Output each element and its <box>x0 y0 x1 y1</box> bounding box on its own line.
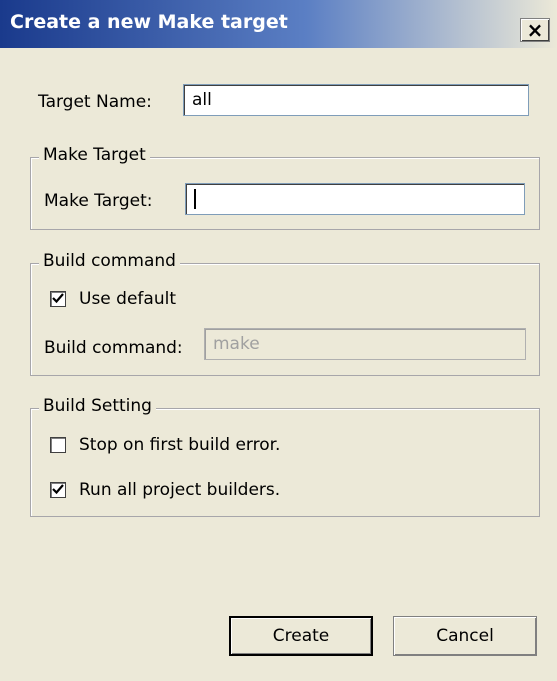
cancel-button[interactable]: Cancel <box>393 616 537 656</box>
target-name-input[interactable]: all <box>183 84 529 116</box>
build-setting-legend: Build Setting <box>39 396 156 416</box>
checkmark-icon <box>52 293 64 304</box>
target-name-label: Target Name: <box>38 92 152 112</box>
run-all-builders-checkbox[interactable] <box>50 482 66 498</box>
close-button[interactable]: × <box>520 18 550 42</box>
run-all-builders-label: Run all project builders. <box>79 480 281 500</box>
use-default-label: Use default <box>79 289 176 309</box>
stop-on-error-checkbox[interactable] <box>50 437 66 453</box>
title-bar: Create a new Make target × <box>0 0 557 48</box>
build-command-legend: Build command <box>39 251 180 271</box>
make-target-label: Make Target: <box>44 191 153 211</box>
make-target-legend: Make Target <box>39 145 150 165</box>
stop-on-error-label: Stop on first build error. <box>79 435 281 455</box>
build-command-label: Build command: <box>44 338 183 358</box>
create-button[interactable]: Create <box>229 616 373 656</box>
text-caret <box>194 189 196 209</box>
checkmark-icon <box>52 484 64 495</box>
build-setting-group: Build Setting <box>30 396 540 517</box>
make-target-input[interactable] <box>185 183 525 215</box>
close-icon: × <box>526 18 544 42</box>
build-command-input[interactable]: make <box>204 328 526 360</box>
use-default-checkbox[interactable] <box>50 291 66 307</box>
window-title: Create a new Make target <box>10 11 288 33</box>
